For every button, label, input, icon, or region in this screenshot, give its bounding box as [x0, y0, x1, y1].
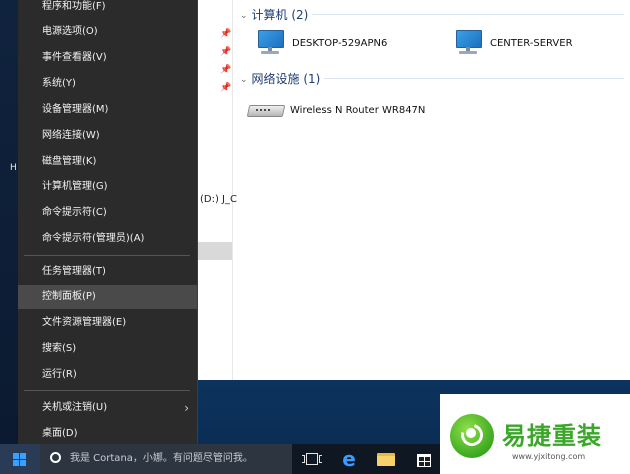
menu-item-computer-management[interactable]: 计算机管理(G) — [18, 175, 197, 199]
group-header-label: 计算机 (2) — [251, 8, 309, 22]
device-name: DESKTOP-529APN6 — [292, 37, 388, 49]
menu-separator — [24, 255, 190, 256]
menu-item-system[interactable]: 系统(Y) — [18, 72, 197, 96]
navigation-pane: 📌 📌 📌 📌 (D:) J_C — [196, 0, 237, 380]
search-placeholder: 我是 Cortana，小娜。有问题尽管问我。 — [70, 453, 253, 464]
edge-icon[interactable]: e — [339, 449, 359, 469]
device-name: CENTER-SERVER — [490, 37, 573, 49]
cortana-search-box[interactable]: 我是 Cortana，小娜。有问题尽管问我。 — [40, 444, 292, 474]
menu-item-file-explorer[interactable]: 文件资源管理器(E) — [18, 311, 197, 335]
menu-item-shutdown-signout[interactable]: 关机或注销(U) › — [18, 396, 197, 420]
store-icon[interactable] — [414, 450, 434, 468]
group-header-computers[interactable]: ⌄ 计算机 (2) — [240, 6, 308, 23]
chevron-down-icon[interactable]: ⌄ — [240, 75, 248, 85]
start-button[interactable] — [0, 444, 40, 474]
watermark-title: 易捷重装 — [502, 422, 602, 450]
device-item[interactable]: DESKTOP-529APN6 — [256, 30, 387, 56]
menu-separator — [24, 390, 190, 391]
router-icon — [246, 102, 286, 118]
pin-icon[interactable]: 📌 — [220, 84, 231, 93]
file-explorer-window: 📌 📌 📌 📌 (D:) J_C — [196, 0, 630, 380]
task-view-icon[interactable] — [302, 450, 322, 468]
cortana-icon — [50, 452, 61, 463]
menu-item-power-options[interactable]: 电源选项(O) — [18, 20, 197, 44]
group-header-label: 网络设施 (1) — [251, 72, 321, 86]
menu-item-search[interactable]: 搜索(S) — [18, 337, 197, 361]
group-header-network[interactable]: ⌄ 网络设施 (1) — [240, 70, 320, 87]
computer-icon — [454, 30, 482, 56]
pin-icon[interactable]: 📌 — [220, 30, 231, 39]
chevron-right-icon: › — [184, 401, 189, 415]
chevron-down-icon[interactable]: ⌄ — [240, 11, 248, 21]
menu-item-event-viewer[interactable]: 事件查看器(V) — [18, 46, 197, 70]
desktop-edge: H — [0, 0, 18, 444]
menu-item-desktop[interactable]: 桌面(D) — [18, 422, 197, 446]
device-name: Wireless N Router WR847N — [290, 104, 426, 116]
site-watermark: 易捷重装 www.yjxitong.com — [440, 394, 630, 474]
watermark-logo-icon — [450, 414, 494, 458]
group-divider — [324, 78, 624, 79]
desktop-icon-label: H — [10, 163, 17, 173]
menu-item-disk-management[interactable]: 磁盘管理(K) — [18, 150, 197, 174]
menu-item-command-prompt[interactable]: 命令提示符(C) — [18, 201, 197, 225]
watermark-url: www.yjxitong.com — [512, 452, 586, 461]
menu-item-programs-features[interactable]: 程序和功能(F) — [18, 0, 197, 19]
pin-icon[interactable]: 📌 — [220, 66, 231, 75]
nav-selected-item[interactable] — [196, 242, 232, 260]
menu-item-network-connections[interactable]: 网络连接(W) — [18, 124, 197, 148]
pin-icon[interactable]: 📌 — [220, 48, 231, 57]
menu-item-control-panel[interactable]: 控制面板(P) — [18, 285, 197, 309]
winx-context-menu: 程序和功能(F) 电源选项(O) 事件查看器(V) 系统(Y) 设备管理器(M)… — [18, 0, 198, 444]
menu-item-run[interactable]: 运行(R) — [18, 363, 197, 387]
device-item[interactable]: Wireless N Router WR847N — [246, 102, 426, 118]
menu-item-device-manager[interactable]: 设备管理器(M) — [18, 98, 197, 122]
menu-item-task-manager[interactable]: 任务管理器(T) — [18, 260, 197, 284]
nav-drive-item[interactable]: (D:) J_C — [200, 194, 237, 205]
menu-item-command-prompt-admin[interactable]: 命令提示符(管理员)(A) — [18, 227, 197, 251]
file-explorer-icon[interactable] — [376, 450, 396, 468]
computer-icon — [256, 30, 284, 56]
desktop-screen: 📌 📌 📌 📌 (D:) J_C ⌄ 计算机 (2) DESKTOP-529APN… — [0, 0, 630, 474]
windows-logo-icon — [13, 453, 26, 466]
menu-item-label: 关机或注销(U) — [42, 402, 108, 413]
group-divider — [312, 14, 624, 15]
device-item[interactable]: CENTER-SERVER — [454, 30, 573, 56]
